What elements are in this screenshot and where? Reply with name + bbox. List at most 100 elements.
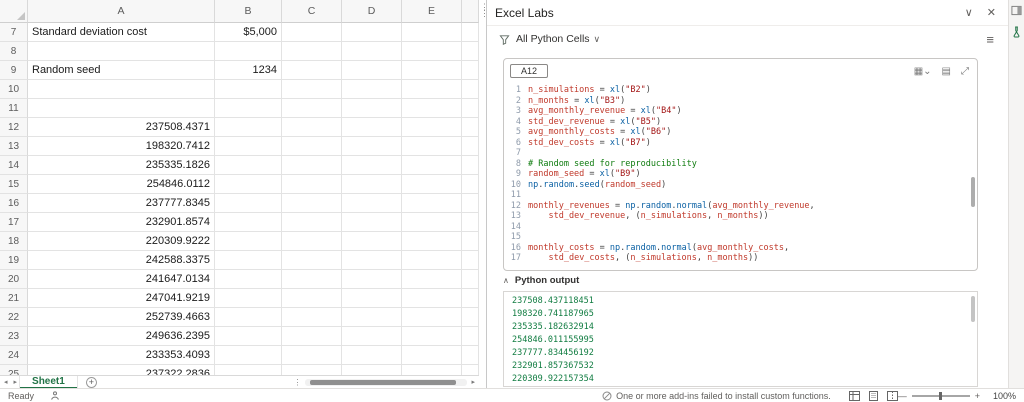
chevron-down-icon[interactable]: ∨: [594, 34, 601, 45]
cell-B22[interactable]: [215, 308, 282, 327]
cell-C9[interactable]: [282, 61, 342, 80]
cell-D10[interactable]: [342, 80, 402, 99]
row-header-24[interactable]: 24: [0, 346, 28, 365]
cell-partial-13[interactable]: [462, 137, 479, 156]
code-line-2[interactable]: 2n_months = xl("B3"): [510, 96, 967, 107]
cell-partial-14[interactable]: [462, 156, 479, 175]
code-line-5[interactable]: 5avg_monthly_costs = xl("B6"): [510, 127, 967, 138]
code-line-14[interactable]: 14: [510, 222, 967, 233]
cell-C25[interactable]: [282, 365, 342, 375]
cell-reference-box[interactable]: A12: [510, 64, 548, 78]
cell-C21[interactable]: [282, 289, 342, 308]
row-header-15[interactable]: 15: [0, 175, 28, 194]
cell-E23[interactable]: [402, 327, 462, 346]
row-header-9[interactable]: 9: [0, 61, 28, 80]
row-header-11[interactable]: 11: [0, 99, 28, 118]
cell-C13[interactable]: [282, 137, 342, 156]
code-line-16[interactable]: 16monthly_costs = np.random.normal(avg_m…: [510, 243, 967, 254]
cell-B13[interactable]: [215, 137, 282, 156]
cell-partial-11[interactable]: [462, 99, 479, 118]
collapse-pane-icon[interactable]: [1011, 5, 1022, 16]
cell-partial-22[interactable]: [462, 308, 479, 327]
python-code-editor[interactable]: 1n_simulations = xl("B2")2n_months = xl(…: [504, 81, 977, 270]
cell-E12[interactable]: [402, 118, 462, 137]
cell-partial-24[interactable]: [462, 346, 479, 365]
cell-D7[interactable]: [342, 23, 402, 42]
output-scrollbar[interactable]: [971, 296, 975, 322]
cell-E20[interactable]: [402, 270, 462, 289]
normal-view-icon[interactable]: [849, 391, 860, 401]
column-header-partial[interactable]: [462, 0, 479, 23]
cell-partial-19[interactable]: [462, 251, 479, 270]
cell-C19[interactable]: [282, 251, 342, 270]
cell-A7[interactable]: Standard deviation cost: [28, 23, 215, 42]
cell-C8[interactable]: [282, 42, 342, 61]
cell-D14[interactable]: [342, 156, 402, 175]
cell-A22[interactable]: 252739.4663: [28, 308, 215, 327]
cell-D16[interactable]: [342, 194, 402, 213]
cell-C24[interactable]: [282, 346, 342, 365]
cell-C23[interactable]: [282, 327, 342, 346]
cell-C18[interactable]: [282, 232, 342, 251]
sheet-tab-sheet1[interactable]: Sheet1: [19, 376, 78, 389]
cell-C16[interactable]: [282, 194, 342, 213]
cell-A16[interactable]: 237777.8345: [28, 194, 215, 213]
zoom-slider[interactable]: [912, 395, 970, 397]
cell-E15[interactable]: [402, 175, 462, 194]
cell-E16[interactable]: [402, 194, 462, 213]
cell-A18[interactable]: 220309.9222: [28, 232, 215, 251]
cell-A11[interactable]: [28, 99, 215, 118]
code-line-3[interactable]: 3avg_monthly_revenue = xl("B4"): [510, 106, 967, 117]
cell-E17[interactable]: [402, 213, 462, 232]
code-line-7[interactable]: 7: [510, 148, 967, 159]
python-output-panel[interactable]: 237508.437118451198320.741187965235335.1…: [503, 291, 978, 387]
code-scrollbar[interactable]: [971, 177, 975, 207]
cell-A17[interactable]: 232901.8574: [28, 213, 215, 232]
row-header-12[interactable]: 12: [0, 118, 28, 137]
cell-partial-10[interactable]: [462, 80, 479, 99]
cell-A9[interactable]: Random seed: [28, 61, 215, 80]
cell-partial-25[interactable]: [462, 365, 479, 375]
cell-E13[interactable]: [402, 137, 462, 156]
accessibility-icon[interactable]: [50, 391, 60, 401]
sheet-nav-left-icon[interactable]: ◂: [4, 378, 8, 386]
code-line-8[interactable]: 8# Random seed for reproducibility: [510, 159, 967, 170]
cell-partial-15[interactable]: [462, 175, 479, 194]
cell-C12[interactable]: [282, 118, 342, 137]
cell-D18[interactable]: [342, 232, 402, 251]
cell-A23[interactable]: 249636.2395: [28, 327, 215, 346]
scroll-right-icon[interactable]: ▸: [471, 378, 475, 386]
cell-partial-18[interactable]: [462, 232, 479, 251]
row-header-8[interactable]: 8: [0, 42, 28, 61]
cell-C14[interactable]: [282, 156, 342, 175]
output-options-icon[interactable]: ▦⌄: [914, 66, 932, 77]
cell-partial-9[interactable]: [462, 61, 479, 80]
scrollbar-resize-dots-icon[interactable]: ⋮: [293, 378, 301, 387]
cell-D11[interactable]: [342, 99, 402, 118]
cell-E7[interactable]: [402, 23, 462, 42]
cell-A13[interactable]: 198320.7412: [28, 137, 215, 156]
cell-D8[interactable]: [342, 42, 402, 61]
row-header-21[interactable]: 21: [0, 289, 28, 308]
cell-D20[interactable]: [342, 270, 402, 289]
python-cells-filter[interactable]: All Python Cells: [516, 33, 590, 45]
cell-E10[interactable]: [402, 80, 462, 99]
row-header-23[interactable]: 23: [0, 327, 28, 346]
cell-A14[interactable]: 235335.1826: [28, 156, 215, 175]
cell-B7[interactable]: $5,000: [215, 23, 282, 42]
column-header-A[interactable]: A: [28, 0, 215, 23]
cell-C10[interactable]: [282, 80, 342, 99]
cell-C11[interactable]: [282, 99, 342, 118]
cell-C7[interactable]: [282, 23, 342, 42]
cell-partial-23[interactable]: [462, 327, 479, 346]
cell-B11[interactable]: [215, 99, 282, 118]
page-layout-view-icon[interactable]: [868, 391, 879, 401]
row-header-25[interactable]: 25: [0, 365, 28, 375]
cell-E8[interactable]: [402, 42, 462, 61]
chevron-up-icon[interactable]: ∧: [503, 276, 509, 285]
zoom-level[interactable]: 100%: [988, 391, 1016, 401]
cell-D13[interactable]: [342, 137, 402, 156]
close-pane-icon[interactable]: ✕: [987, 6, 996, 19]
code-line-10[interactable]: 10np.random.seed(random_seed): [510, 180, 967, 191]
chevron-down-icon[interactable]: ∨: [965, 6, 973, 19]
